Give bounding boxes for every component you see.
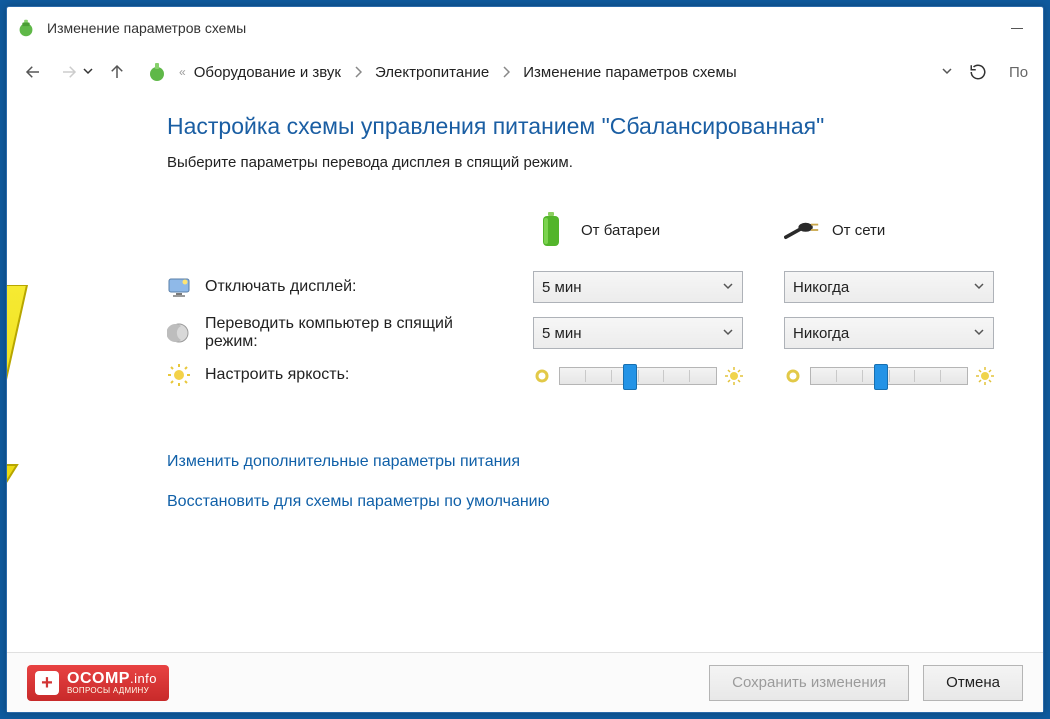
- column-header-plugged-label: От сети: [832, 222, 885, 239]
- save-button[interactable]: Сохранить изменения: [709, 665, 909, 701]
- moon-icon: [167, 321, 191, 345]
- brightness-high-icon: [976, 367, 994, 385]
- forward-button[interactable]: [53, 56, 85, 88]
- navbar: « Оборудование и звук Электропитание Изм…: [7, 49, 1043, 95]
- slider-thumb[interactable]: [874, 364, 888, 390]
- address-dropdown-icon[interactable]: [941, 64, 953, 81]
- sleep-plugged-select[interactable]: Никогда: [784, 317, 994, 349]
- address-bar-icon[interactable]: [145, 60, 169, 84]
- brightness-plugged-slider[interactable]: [784, 365, 994, 385]
- link-advanced-settings[interactable]: Изменить дополнительные параметры питани…: [167, 453, 520, 471]
- row-label-brightness: Настроить яркость:: [167, 357, 507, 393]
- sun-icon: [167, 363, 191, 387]
- titlebar: Изменение параметров схемы: [7, 7, 1043, 49]
- breadcrumb-edit-plan[interactable]: Изменение параметров схемы: [523, 64, 736, 81]
- chevron-down-icon: [722, 325, 734, 342]
- history-dropdown-icon[interactable]: [83, 66, 93, 78]
- link-restore-defaults[interactable]: Восстановить для схемы параметры по умол…: [167, 493, 550, 511]
- brightness-battery-slider[interactable]: [533, 365, 743, 385]
- settings-grid: От батареи От сети Отключать дисплей: 5 …: [167, 195, 1033, 393]
- cancel-button[interactable]: Отмена: [923, 665, 1023, 701]
- footer: + OCOMP.info ВОПРОСЫ АДМИНУ Сохранить из…: [7, 652, 1043, 712]
- brightness-low-icon: [784, 367, 802, 385]
- breadcrumb-hardware-sound[interactable]: Оборудование и звук: [194, 64, 341, 81]
- display-off-plugged-select[interactable]: Никогда: [784, 271, 994, 303]
- minimize-button[interactable]: [999, 16, 1035, 40]
- monitor-icon: [167, 275, 191, 299]
- chevron-down-icon: [722, 279, 734, 296]
- sleep-battery-select[interactable]: 5 мин: [533, 317, 743, 349]
- brightness-low-icon: [533, 367, 551, 385]
- row-label-display-off: Отключать дисплей:: [167, 269, 507, 305]
- row-label-sleep: Переводить компьютер в спящий режим:: [167, 309, 507, 357]
- annotation-arrow-icon: [7, 285, 47, 545]
- back-button[interactable]: [17, 56, 49, 88]
- window: Изменение параметров схемы « Оборудовани…: [6, 6, 1044, 713]
- brightness-high-icon: [725, 367, 743, 385]
- slider-thumb[interactable]: [623, 364, 637, 390]
- page-subtext: Выберите параметры перевода дисплея в сп…: [167, 154, 1033, 171]
- plug-icon: [784, 212, 820, 248]
- search-input[interactable]: По: [1003, 64, 1033, 81]
- window-title: Изменение параметров схемы: [47, 20, 246, 36]
- battery-icon: [533, 212, 569, 248]
- content: Настройка схемы управления питанием "Сба…: [7, 95, 1043, 652]
- chevron-down-icon: [973, 325, 985, 342]
- column-header-plugged: От сети: [784, 195, 1009, 265]
- plus-icon: +: [35, 671, 59, 695]
- chevron-right-icon[interactable]: [353, 66, 363, 78]
- up-button[interactable]: [101, 56, 133, 88]
- breadcrumb-power-options[interactable]: Электропитание: [375, 64, 489, 81]
- links-section: Изменить дополнительные параметры питани…: [167, 453, 1033, 511]
- chevron-right-icon[interactable]: [501, 66, 511, 78]
- page-heading: Настройка схемы управления питанием "Сба…: [167, 113, 1033, 140]
- refresh-button[interactable]: [961, 55, 995, 89]
- power-options-icon: [15, 17, 37, 39]
- brand-badge: + OCOMP.info ВОПРОСЫ АДМИНУ: [27, 665, 169, 701]
- display-off-battery-select[interactable]: 5 мин: [533, 271, 743, 303]
- column-header-battery: От батареи: [533, 195, 758, 265]
- chevron-down-icon: [973, 279, 985, 296]
- breadcrumb-overflow-icon[interactable]: «: [179, 65, 186, 79]
- column-header-battery-label: От батареи: [581, 222, 660, 239]
